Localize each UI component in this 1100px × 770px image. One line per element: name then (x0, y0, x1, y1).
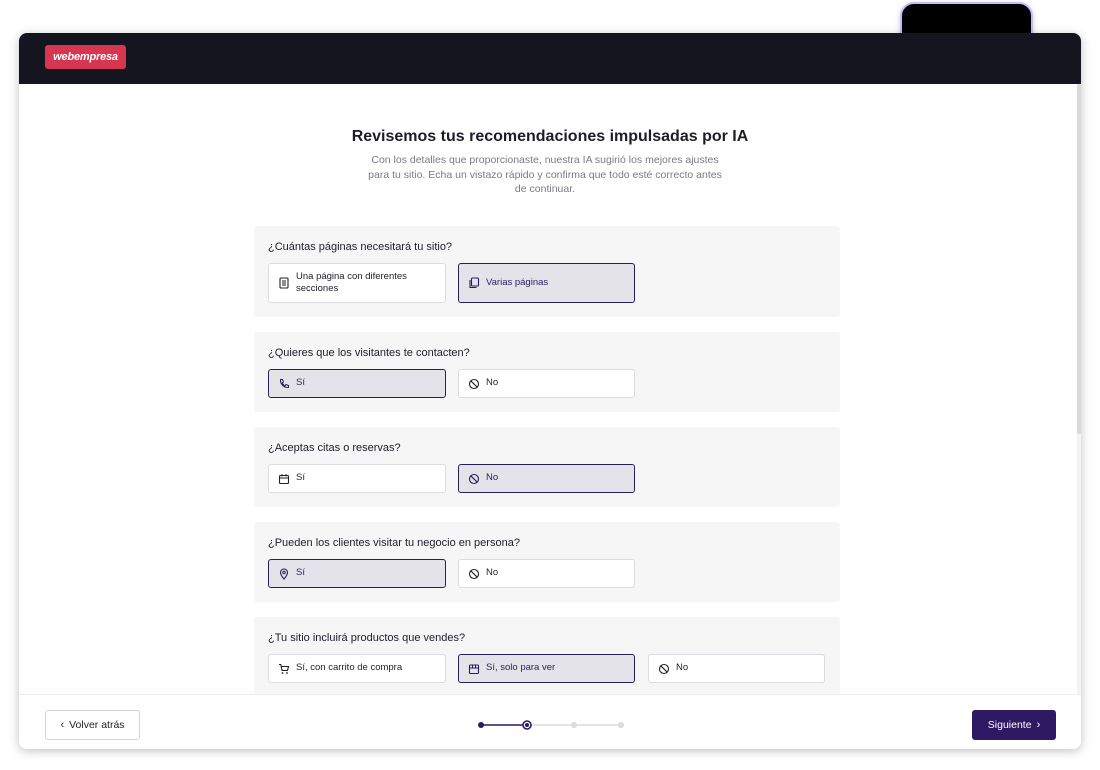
scrollbar[interactable] (1077, 84, 1081, 694)
option-label: Sí, con carrito de compra (296, 662, 403, 674)
ban-icon (658, 663, 670, 675)
calendar-icon (278, 473, 290, 485)
page-title: Revisemos tus recomendaciones impulsadas… (351, 128, 749, 145)
option-single-page[interactable]: Una página con diferentes secciones (268, 263, 446, 303)
progress-stepper (477, 718, 627, 732)
cart-icon (278, 663, 290, 675)
back-button[interactable]: ‹ Volver atrás (45, 710, 140, 740)
ban-icon (468, 568, 480, 580)
step-2-dot-center (525, 723, 529, 727)
document-icon (278, 277, 290, 289)
question-label: ¿Tu sitio incluirá productos que vendes? (268, 632, 466, 644)
question-label: ¿Quieres que los visitantes te contacten… (268, 347, 470, 359)
main-content: Revisemos tus recomendaciones impulsadas… (19, 84, 1081, 694)
question-label: ¿Pueden los clientes visitar tu negocio … (268, 537, 520, 549)
option-label: No (486, 472, 499, 484)
question-label: ¿Aceptas citas o reservas? (268, 442, 401, 454)
copy-pages-icon (468, 277, 480, 289)
top-bar: webempresa (19, 33, 1081, 84)
question-card-visit: ¿Pueden los clientes visitar tu negocio … (254, 522, 840, 602)
option-products-view[interactable]: Sí, solo para ver (458, 654, 635, 683)
scrollbar-thumb[interactable] (1077, 84, 1081, 434)
back-button-label: Volver atrás (69, 719, 125, 731)
option-label: Sí, solo para ver (486, 662, 556, 674)
next-button[interactable]: Siguiente › (972, 710, 1056, 740)
ban-icon (468, 473, 480, 485)
option-contact-no[interactable]: No (458, 369, 635, 398)
step-4-dot (618, 722, 624, 728)
phone-icon (278, 378, 290, 390)
app-window: webempresa Revisemos tus recomendaciones… (19, 33, 1081, 749)
option-label: No (486, 567, 499, 579)
storefront-icon (468, 663, 480, 675)
page-subtitle: Con los detalles que proporcionaste, nue… (368, 154, 722, 195)
location-pin-icon (278, 567, 290, 580)
question-card-products: ¿Tu sitio incluirá productos que vendes?… (254, 617, 840, 694)
option-products-no[interactable]: No (648, 654, 825, 683)
option-multiple-pages[interactable]: Varias páginas (458, 263, 635, 303)
option-label: Sí (296, 472, 305, 484)
ban-icon (468, 378, 480, 390)
question-card-contact: ¿Quieres que los visitantes te contacten… (254, 332, 840, 412)
question-card-bookings: ¿Aceptas citas o reservas? Sí No (254, 427, 840, 507)
footer-bar: ‹ Volver atrás Siguiente › (19, 694, 1081, 749)
webempresa-logo[interactable]: webempresa (45, 45, 126, 69)
chevron-left-icon: ‹ (60, 719, 65, 731)
option-label: No (676, 662, 689, 674)
option-label: Sí (296, 377, 305, 389)
option-bookings-yes[interactable]: Sí (268, 464, 446, 493)
option-products-cart[interactable]: Sí, con carrito de compra (268, 654, 446, 683)
option-bookings-no[interactable]: No (458, 464, 635, 493)
next-button-label: Siguiente (987, 719, 1032, 731)
option-label: Varias páginas (486, 276, 549, 288)
option-label: No (486, 377, 499, 389)
question-card-pages: ¿Cuántas páginas necesitará tu sitio? Un… (254, 226, 840, 317)
chevron-right-icon: › (1036, 719, 1041, 731)
option-contact-yes[interactable]: Sí (268, 369, 446, 398)
step-1-dot (478, 722, 484, 728)
option-visit-yes[interactable]: Sí (268, 559, 446, 588)
step-3-dot (571, 722, 577, 728)
option-label: Una página con diferentes secciones (296, 270, 407, 295)
option-visit-no[interactable]: No (458, 559, 635, 588)
question-label: ¿Cuántas páginas necesitará tu sitio? (268, 241, 453, 253)
option-label: Sí (296, 567, 305, 579)
